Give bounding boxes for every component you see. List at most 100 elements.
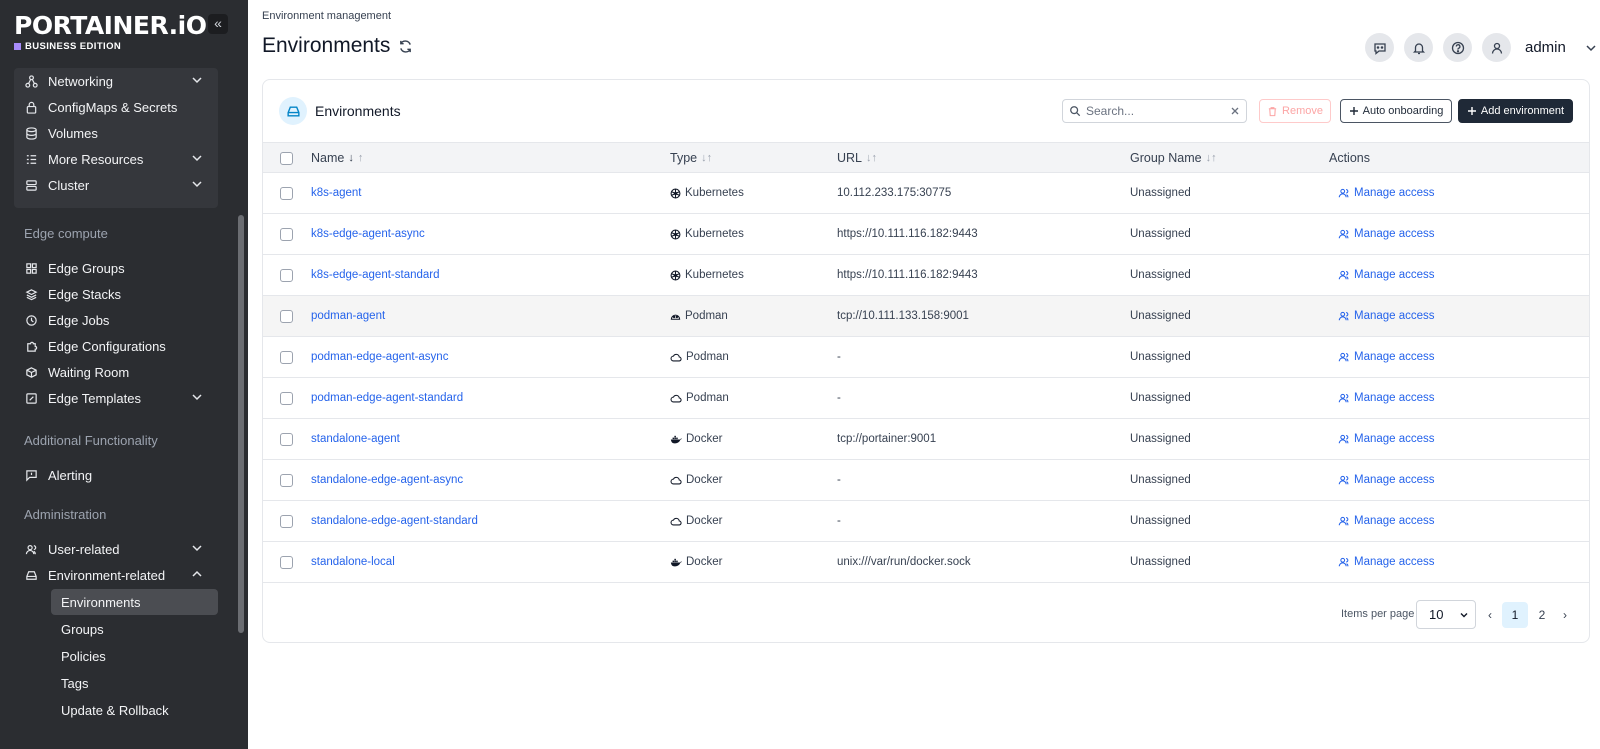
row-checkbox[interactable] xyxy=(280,269,293,282)
sidebar-subitem-update-rollback[interactable]: Update & Rollback xyxy=(51,697,218,723)
manage-access-button[interactable]: Manage access xyxy=(1338,474,1435,486)
row-checkbox[interactable] xyxy=(280,187,293,200)
sidebar-subitem-tags[interactable]: Tags xyxy=(51,670,218,696)
user-menu-name[interactable]: admin xyxy=(1525,39,1566,56)
sidebar-subitem-policies[interactable]: Policies xyxy=(51,643,218,669)
column-header-url[interactable]: URL ↓↑ xyxy=(837,151,877,165)
row-checkbox[interactable] xyxy=(280,515,293,528)
page-title-text: Environments xyxy=(262,34,391,57)
environment-type: Kubernetes xyxy=(670,228,744,240)
manage-access-button[interactable]: Manage access xyxy=(1338,392,1435,404)
environment-type-label: Docker xyxy=(686,474,723,486)
sidebar-subitem-groups[interactable]: Groups xyxy=(51,616,218,642)
row-checkbox[interactable] xyxy=(280,474,293,487)
search-box[interactable] xyxy=(1062,99,1247,123)
chevron-down-icon[interactable] xyxy=(190,177,204,191)
portainer-logo[interactable]: PORTAINER.iO BUSINESS EDITION xyxy=(14,12,207,52)
column-header-type[interactable]: Type ↓↑ xyxy=(670,151,712,165)
environment-type-label: Podman xyxy=(685,310,728,322)
environment-name-link[interactable]: k8s-edge-agent-standard xyxy=(311,269,440,281)
sidebar-scrollbar[interactable] xyxy=(238,215,244,633)
chevron-down-icon[interactable] xyxy=(190,390,204,404)
sidebar-item-user-related[interactable]: User-related xyxy=(24,537,214,561)
column-header-group[interactable]: Group Name ↓↑ xyxy=(1130,151,1217,165)
notifications-button[interactable] xyxy=(1404,33,1433,62)
list-icon xyxy=(24,152,38,166)
sidebar-item-alerting[interactable]: Alerting xyxy=(24,463,214,487)
prev-page-button[interactable]: ‹ xyxy=(1483,602,1497,628)
refresh-icon[interactable] xyxy=(398,39,413,54)
environment-group: Unassigned xyxy=(1130,228,1191,240)
breadcrumb[interactable]: Environment management xyxy=(262,10,391,22)
collapse-sidebar-button[interactable]: « xyxy=(208,14,228,34)
chevron-down-icon[interactable] xyxy=(1584,41,1598,55)
sidebar-item-edge-stacks[interactable]: Edge Stacks xyxy=(24,282,214,306)
manage-access-button[interactable]: Manage access xyxy=(1338,310,1435,322)
environment-name-link[interactable]: standalone-local xyxy=(311,556,395,568)
row-checkbox[interactable] xyxy=(280,351,293,364)
row-checkbox[interactable] xyxy=(280,556,293,569)
table-row: podman-edge-agent-async Podman - Unassigned… xyxy=(263,337,1589,378)
podman-icon xyxy=(670,311,681,322)
auto-onboarding-button[interactable]: Auto onboarding xyxy=(1340,99,1452,123)
environment-name-link[interactable]: podman-edge-agent-standard xyxy=(311,392,463,404)
card-icon xyxy=(279,97,307,125)
chevron-down-icon[interactable] xyxy=(190,73,204,87)
environment-url: https://10.111.116.182:9443 xyxy=(837,269,978,281)
environment-type-label: Kubernetes xyxy=(685,187,744,199)
sidebar-subitem-environments[interactable]: Environments xyxy=(51,589,218,615)
help-circle-icon xyxy=(1451,41,1464,54)
environment-name-link[interactable]: standalone-edge-agent-async xyxy=(311,474,463,486)
sidebar-item-edge-jobs[interactable]: Edge Jobs xyxy=(24,308,214,332)
sidebar-item-waiting-room[interactable]: Waiting Room xyxy=(24,360,214,384)
row-checkbox[interactable] xyxy=(280,310,293,323)
environment-name-link[interactable]: standalone-agent xyxy=(311,433,400,445)
grid-icon xyxy=(24,261,38,275)
manage-access-button[interactable]: Manage access xyxy=(1338,351,1435,363)
items-per-page-select[interactable]: 10 xyxy=(1416,600,1476,629)
sidebar-item-cluster[interactable]: Cluster xyxy=(24,173,214,197)
row-checkbox[interactable] xyxy=(280,392,293,405)
sidebar-item-volumes[interactable]: Volumes xyxy=(24,121,214,145)
help-button[interactable] xyxy=(1443,33,1472,62)
manage-access-button[interactable]: Manage access xyxy=(1338,228,1435,240)
chevron-up-icon[interactable] xyxy=(190,567,204,581)
ai-chat-button[interactable] xyxy=(1365,33,1394,62)
search-input[interactable] xyxy=(1086,104,1216,118)
environment-name-link[interactable]: podman-edge-agent-async xyxy=(311,351,448,363)
row-checkbox[interactable] xyxy=(280,433,293,446)
environment-name-link[interactable]: podman-agent xyxy=(311,310,385,322)
sort-icon: ↓↑ xyxy=(866,152,878,164)
remove-button[interactable]: Remove xyxy=(1259,99,1331,123)
row-checkbox[interactable] xyxy=(280,228,293,241)
chevron-down-icon[interactable] xyxy=(190,151,204,165)
sidebar-item-configmaps[interactable]: ConfigMaps & Secrets xyxy=(24,95,214,119)
page-button-1[interactable]: 1 xyxy=(1502,602,1528,628)
environment-name-link[interactable]: k8s-agent xyxy=(311,187,362,199)
sidebar-item-more-resources[interactable]: More Resources xyxy=(24,147,214,171)
user-avatar[interactable] xyxy=(1482,33,1511,62)
select-all-checkbox[interactable] xyxy=(280,152,293,165)
sidebar-item-edge-groups[interactable]: Edge Groups xyxy=(24,256,214,280)
next-page-button[interactable]: › xyxy=(1558,602,1572,628)
sidebar-item-edge-configurations[interactable]: Edge Configurations xyxy=(24,334,214,358)
page-button-2[interactable]: 2 xyxy=(1529,602,1555,628)
chevron-down-icon[interactable] xyxy=(190,541,204,555)
manage-access-button[interactable]: Manage access xyxy=(1338,269,1435,281)
sidebar-item-networking[interactable]: Networking xyxy=(24,69,214,93)
sidebar-item-label: Edge Jobs xyxy=(48,312,110,328)
users-icon xyxy=(1338,228,1350,240)
manage-access-button[interactable]: Manage access xyxy=(1338,187,1435,199)
manage-access-button[interactable]: Manage access xyxy=(1338,556,1435,568)
manage-access-button[interactable]: Manage access xyxy=(1338,433,1435,445)
sidebar-item-environment-related[interactable]: Environment-related xyxy=(24,563,214,587)
environment-name-link[interactable]: standalone-edge-agent-standard xyxy=(311,515,478,527)
sidebar-item-edge-templates[interactable]: Edge Templates xyxy=(24,386,214,410)
environment-name-link[interactable]: k8s-edge-agent-async xyxy=(311,228,425,240)
manage-access-button[interactable]: Manage access xyxy=(1338,515,1435,527)
column-header-name[interactable]: Name ↓ ↑ xyxy=(311,151,363,165)
manage-access-label: Manage access xyxy=(1354,187,1435,199)
add-environment-button[interactable]: Add environment xyxy=(1458,99,1573,123)
clear-search-icon[interactable] xyxy=(1230,106,1240,116)
environment-type: Docker xyxy=(670,515,722,527)
